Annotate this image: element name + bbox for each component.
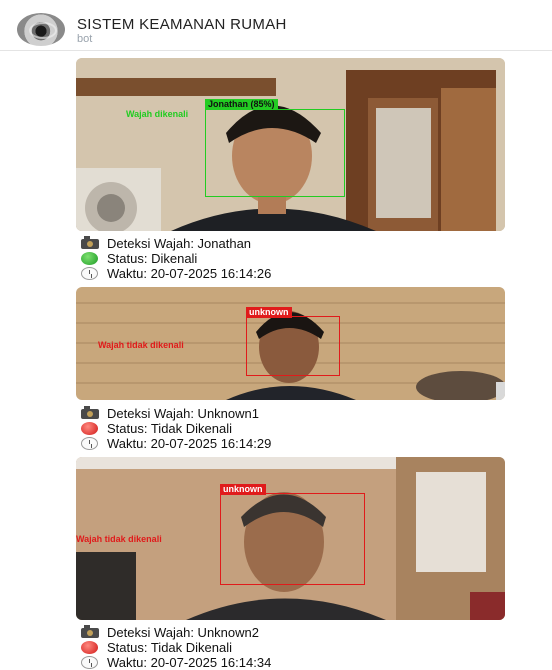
face-annotation: Wajah tidak dikenali bbox=[98, 340, 184, 350]
detection-caption-3: Deteksi Wajah: Unknown2 Status: Tidak Di… bbox=[79, 625, 271, 670]
face-box bbox=[220, 493, 365, 585]
caption-detection-row: Deteksi Wajah: Jonathan bbox=[79, 236, 271, 251]
status-text: Status: Tidak Dikenali bbox=[107, 640, 233, 655]
caption-time-row: Waktu: 20-07-2025 16:14:29 bbox=[79, 436, 271, 451]
chat-title: SISTEM KEAMANAN RUMAH bbox=[77, 16, 287, 33]
camera-icon bbox=[79, 625, 101, 639]
detection-text: Deteksi Wajah: Unknown1 bbox=[107, 406, 259, 421]
face-annotation: Wajah dikenali bbox=[126, 109, 189, 119]
chat-header[interactable]: SISTEM KEAMANAN RUMAH bot bbox=[0, 0, 552, 51]
time-text: Waktu: 20-07-2025 16:14:29 bbox=[107, 436, 272, 451]
caption-time-row: Waktu: 20-07-2025 16:14:34 bbox=[79, 655, 271, 670]
detection-photo-3[interactable]: unknown Wajah tidak dikenali bbox=[76, 457, 505, 620]
clock-icon bbox=[79, 656, 101, 669]
time-text: Waktu: 20-07-2025 16:14:34 bbox=[107, 655, 272, 670]
camera-icon bbox=[79, 406, 101, 420]
caption-status-row: Status: Dikenali bbox=[79, 251, 271, 266]
detection-text: Deteksi Wajah: Unknown2 bbox=[107, 625, 259, 640]
red-circle-icon bbox=[79, 422, 101, 435]
face-box bbox=[205, 109, 345, 197]
clock-icon bbox=[79, 267, 101, 280]
detection-text: Deteksi Wajah: Jonathan bbox=[107, 236, 252, 251]
time-text: Waktu: 20-07-2025 16:14:26 bbox=[107, 266, 272, 281]
caption-detection-row: Deteksi Wajah: Unknown2 bbox=[79, 625, 271, 640]
face-box-label: unknown bbox=[220, 484, 266, 495]
caption-status-row: Status: Tidak Dikenali bbox=[79, 421, 271, 436]
camera-icon bbox=[79, 236, 101, 250]
bot-avatar[interactable] bbox=[17, 13, 65, 46]
face-box-label: unknown bbox=[246, 307, 292, 318]
caption-time-row: Waktu: 20-07-2025 16:14:26 bbox=[79, 266, 271, 281]
face-box-label: Jonathan (85%) bbox=[205, 99, 278, 110]
status-text: Status: Tidak Dikenali bbox=[107, 421, 233, 436]
green-circle-icon bbox=[79, 252, 101, 265]
red-circle-icon bbox=[79, 641, 101, 654]
face-annotation: Wajah tidak dikenali bbox=[76, 534, 162, 544]
detection-photo-1[interactable]: Jonathan (85%) Wajah dikenali bbox=[76, 58, 505, 231]
detection-caption-1: Deteksi Wajah: Jonathan Status: Dikenali… bbox=[79, 236, 271, 281]
clock-icon bbox=[79, 437, 101, 450]
detection-photo-2[interactable]: unknown Wajah tidak dikenali bbox=[76, 287, 505, 400]
detection-caption-2: Deteksi Wajah: Unknown1 Status: Tidak Di… bbox=[79, 406, 271, 451]
face-box bbox=[246, 316, 340, 376]
chat-subtitle: bot bbox=[77, 33, 93, 45]
status-text: Status: Dikenali bbox=[107, 251, 198, 266]
caption-status-row: Status: Tidak Dikenali bbox=[79, 640, 271, 655]
caption-detection-row: Deteksi Wajah: Unknown1 bbox=[79, 406, 271, 421]
